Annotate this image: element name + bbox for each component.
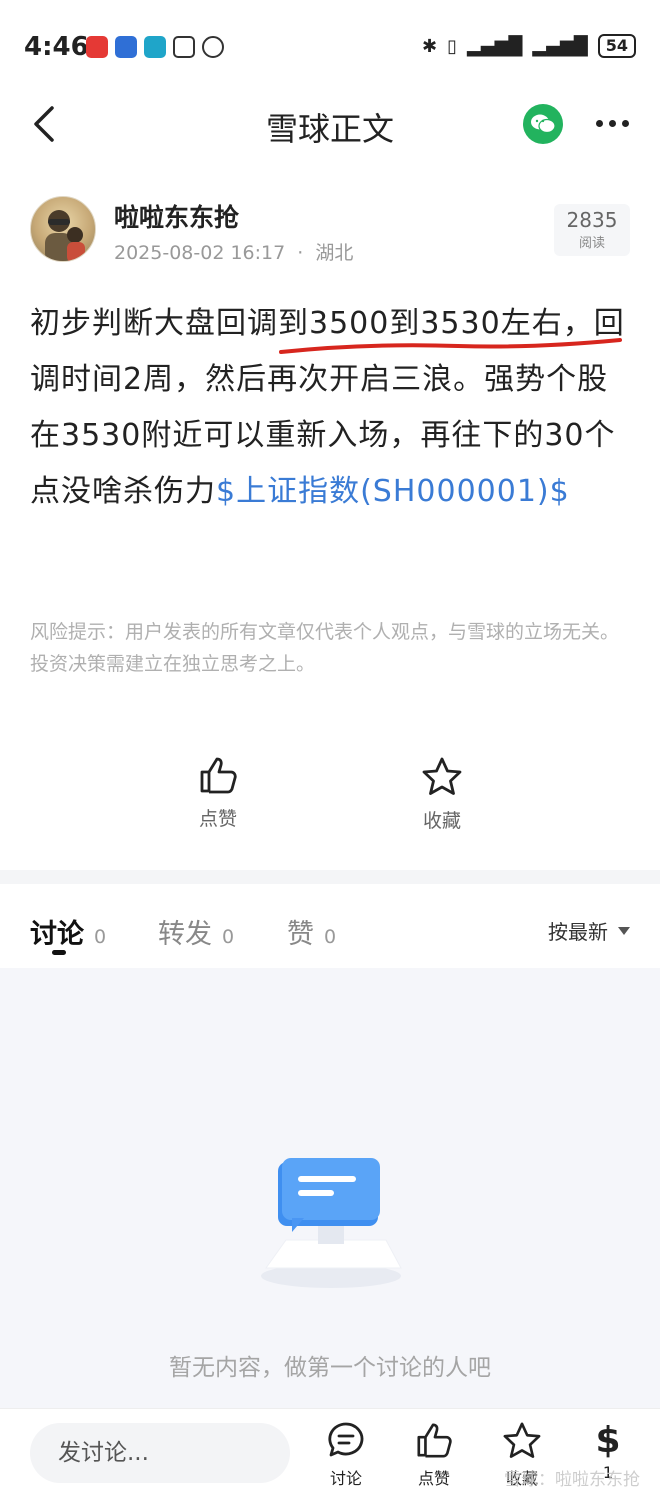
post-content: 初步判断大盘回调到3500到3530左右，回调时间2周，然后再次开启三浪。强势个… (30, 296, 636, 520)
sort-dropdown[interactable]: 按最新 (548, 916, 630, 945)
post-datetime: 2025-08-02 16:17 (114, 242, 286, 264)
section-divider (0, 870, 660, 884)
wechat-share-button[interactable] (523, 104, 563, 144)
app-notification-icon (86, 36, 108, 58)
thumbs-up-icon (200, 757, 237, 794)
battery-indicator: 54 (597, 34, 636, 58)
tab-count: 0 (94, 926, 107, 948)
post-location: 湖北 (315, 242, 354, 264)
read-label: 阅读 (578, 236, 605, 251)
author-header: 啦啦东东抢 2025-08-02 16:17 · 湖北 2835 阅读 (30, 196, 630, 266)
tab-likes[interactable]: 赞 0 (287, 912, 336, 951)
risk-disclaimer: 风险提示：用户发表的所有文章仅代表个人观点，与雪球的立场无关。投资决策需建立在独… (30, 621, 620, 675)
like-label: 点赞 (198, 808, 237, 830)
empty-message: 暂无内容，做第一个讨论的人吧 (169, 1355, 491, 1381)
author-name[interactable]: 啦啦东东抢 (114, 198, 239, 234)
signal-icon: ▂▄▆█ (532, 35, 588, 57)
watermark: 雪球：啦啦东东抢 (504, 1470, 640, 1490)
meta-separator: · (297, 242, 304, 264)
bluetooth-icon: ✱ (421, 35, 438, 57)
status-bar: 4:46 ✱ ▯ ▂▄▆█ ▂▄▆█ 54 (0, 0, 660, 96)
vibrate-icon: ▯ (447, 35, 457, 57)
dot-icon (609, 120, 616, 127)
signal-icon: ▂▄▆█ (466, 35, 523, 57)
app-notification-icon (144, 36, 166, 58)
tab-label: 转发 (158, 919, 212, 950)
tab-discussion[interactable]: 讨论 0 (30, 912, 106, 951)
tab-count: 0 (222, 926, 235, 948)
read-count: 2835 (566, 208, 618, 232)
app-notification-icon (115, 36, 137, 58)
tab-label: 讨论 (30, 919, 84, 950)
tab-repost[interactable]: 转发 0 (158, 912, 234, 951)
status-time: 4:46 (24, 32, 89, 62)
alarm-icon (202, 36, 224, 58)
dot-icon (596, 120, 603, 127)
star-icon (422, 757, 462, 795)
post-meta: 2025-08-02 16:17 · 湖北 (114, 238, 353, 265)
discuss-label: 讨论 (329, 1469, 362, 1488)
empty-state: 暂无内容，做第一个讨论的人吧 (0, 968, 660, 1408)
nfc-icon (173, 36, 195, 58)
post-actions: 点赞 收藏 (0, 756, 660, 836)
comment-icon (328, 1422, 364, 1457)
favorite-button[interactable]: 收藏 (392, 756, 492, 833)
nav-bar: 雪球正文 (0, 96, 660, 156)
dot-icon (622, 120, 629, 127)
system-status: ✱ ▯ ▂▄▆█ ▂▄▆█ 54 (422, 34, 636, 58)
bottom-like-button[interactable]: 点赞 (404, 1421, 464, 1489)
discussion-tabs: 讨论 0 转发 0 赞 0 按最新 (0, 884, 660, 968)
tab-count: 0 (324, 926, 337, 948)
thumbs-up-icon (417, 1423, 452, 1458)
empty-chat-illustration (261, 1158, 402, 1288)
read-count-badge: 2835 阅读 (554, 204, 630, 256)
caret-down-icon (618, 926, 630, 935)
favorite-label: 收藏 (422, 810, 461, 832)
sort-label: 按最新 (548, 920, 608, 944)
discuss-button[interactable]: 讨论 (316, 1421, 376, 1489)
avatar[interactable] (30, 196, 96, 262)
active-tab-indicator (52, 950, 66, 955)
avatar-illustration (45, 210, 85, 261)
comment-input[interactable]: 发讨论... (30, 1423, 290, 1483)
wechat-icon (531, 114, 556, 134)
like-button[interactable]: 点赞 (168, 756, 268, 831)
tab-label: 赞 (287, 919, 314, 950)
like-label: 点赞 (417, 1469, 450, 1488)
more-options-button[interactable] (596, 120, 629, 127)
notification-icons (86, 36, 224, 58)
handdrawn-underline (279, 338, 622, 354)
stock-link[interactable]: $上证指数(SH000001)$ (216, 474, 570, 509)
bottom-bar: 发讨论... 讨论 点赞 收藏 $ 1 雪球：啦啦东东抢 (0, 1408, 660, 1497)
dollar-icon: $ (595, 1420, 621, 1461)
star-icon (503, 1422, 541, 1458)
